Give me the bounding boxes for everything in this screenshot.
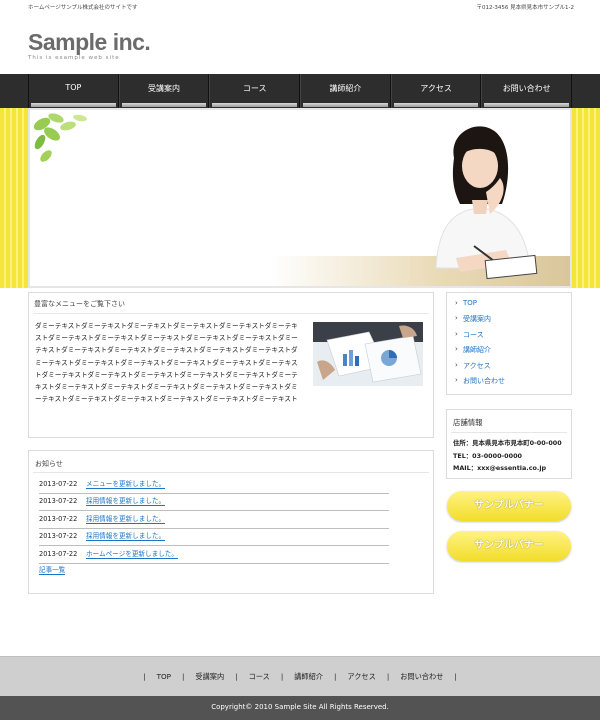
footer-link-instructors[interactable]: 講師紹介 [294, 672, 323, 681]
sample-banner-1[interactable]: サンプルバナー [447, 491, 571, 521]
shop-info-box: 店舗情報 住所：見本県見本市見本町0-00-000 TEL：03-0000-00… [446, 409, 572, 479]
nav-item-top[interactable]: TOP [28, 74, 119, 108]
site-tagline: ホームページサンプル株式会社のサイトです [28, 5, 138, 11]
chevron-right-icon: › [455, 314, 458, 322]
nav-item-label: TOP [65, 83, 82, 92]
logo-name: Sample inc. [28, 29, 151, 55]
sidebar-item-top[interactable]: › TOP [455, 298, 565, 312]
news-box: お知らせ 2013-07-22 メニューを更新しました。 2013-07-22 採用… [28, 450, 434, 594]
nav-item-underline [121, 103, 207, 107]
heading-divider [33, 313, 429, 314]
chevron-right-icon: › [455, 361, 458, 369]
news-link[interactable]: メニューを更新しました。 [86, 480, 166, 489]
news-link[interactable]: 採用情報を更新しました。 [86, 515, 166, 524]
leaves-illustration [33, 113, 87, 162]
nav-item-label: 受講案内 [148, 84, 180, 93]
shop-mail: MAIL：xxx@essentia.co.jp [453, 464, 547, 472]
logo-subtitle: This is example web site [28, 55, 120, 61]
heading-divider [451, 432, 567, 433]
sidebar-item-label: TOP [463, 299, 478, 307]
news-date: 2013-07-22 [39, 497, 78, 505]
news-row: 2013-07-22 採用情報を更新しました。 [39, 494, 389, 511]
nav-item-label: お問い合わせ [502, 84, 551, 93]
footer-separator: | [235, 672, 238, 681]
sidebar-item-label: 受講案内 [463, 315, 491, 323]
news-date: 2013-07-22 [39, 515, 78, 523]
sidebar-nav: › TOP › 受講案内 › コース › 講師紹介 › アクセス › お問い合わせ [446, 292, 572, 395]
footer-separator: | [280, 672, 284, 681]
footer-separator: | [334, 672, 337, 681]
nav-item-underline [393, 103, 479, 107]
sample-banner-2[interactable]: サンプルバナー [447, 531, 571, 561]
footer-nav: | TOP | 受講案内 | コース | 講師紹介 | アクセス | お問い合わせ | [0, 656, 600, 696]
sidebar-item-instructors[interactable]: › 講師紹介 [455, 344, 565, 358]
document-photo [313, 322, 423, 386]
chevron-right-icon: › [455, 299, 458, 307]
decorative-stripes-left [0, 108, 28, 288]
footer-link-access[interactable]: アクセス [347, 672, 375, 681]
news-link[interactable]: ホームページを更新しました。 [86, 550, 178, 559]
nav-item-underline [484, 103, 570, 107]
nav-item-label: アクセス [420, 84, 452, 93]
main-body-text: ダミーテキストダミーテキストダミーテキストダミーテキストダミーテキストダミーテキ… [35, 322, 298, 404]
sidebar-item-course[interactable]: › コース [455, 329, 565, 343]
news-row: 2013-07-22 採用情報を更新しました。 [39, 512, 389, 529]
site-logo[interactable]: Sample inc. This is example web site [28, 29, 151, 61]
copyright: Copyright© 2010 Sample Site All Rights R… [0, 696, 600, 720]
news-link[interactable]: 採用情報を更新しました。 [86, 497, 166, 506]
nav-item-course[interactable]: コース [209, 74, 301, 108]
sidebar-item-label: お問い合わせ [463, 377, 505, 385]
nav-item-label: コース [242, 84, 267, 93]
nav-item-instructors[interactable]: 講師紹介 [300, 74, 391, 108]
header-address: 〒012-3456 見本県見本市サンプル1-2 [476, 5, 574, 11]
top-bar: ホームページサンプル株式会社のサイトです 〒012-3456 見本県見本市サンプ… [0, 0, 600, 14]
shop-address: 住所：見本県見本市見本町0-00-000 [453, 439, 562, 447]
nav-item-access[interactable]: アクセス [390, 74, 482, 108]
nav-item-course-info[interactable]: 受講案内 [118, 74, 210, 108]
footer-link-contact[interactable]: お問い合わせ [400, 672, 443, 681]
footer-link-top[interactable]: TOP [157, 672, 171, 681]
sidebar-item-label: コース [463, 331, 484, 339]
sidebar-item-label: アクセス [463, 362, 491, 370]
chevron-right-icon: › [455, 345, 458, 353]
shop-info-title: 店舗情報 [453, 418, 483, 427]
news-date: 2013-07-22 [39, 480, 78, 488]
chevron-right-icon: › [455, 376, 458, 384]
nav-item-label: 講師紹介 [329, 84, 362, 93]
nav-item-underline [303, 103, 388, 107]
footer-link-course[interactable]: コース [249, 672, 270, 681]
footer-separator: | [454, 672, 457, 681]
footer-separator: | [386, 672, 390, 681]
nav-item-underline [31, 103, 116, 107]
hero-image [28, 108, 572, 288]
shop-tel: TEL：03-0000-0000 [453, 452, 522, 460]
news-heading: お知らせ [35, 460, 63, 468]
sidebar-item-course-info[interactable]: › 受講案内 [455, 313, 565, 327]
decorative-stripes-right [572, 108, 600, 288]
news-date: 2013-07-22 [39, 550, 78, 558]
main-heading: 豊富なメニューをご覧下さい [34, 300, 125, 308]
news-archive-link[interactable]: 記事一覧 [39, 566, 66, 575]
news-date: 2013-07-22 [39, 532, 78, 540]
news-link[interactable]: 採用情報を更新しました。 [86, 532, 166, 541]
news-row: 2013-07-22 メニューを更新しました。 [39, 477, 389, 494]
chevron-right-icon: › [455, 330, 458, 338]
global-nav: TOP 受講案内 コース 講師紹介 アクセス お問い合わせ [0, 74, 600, 108]
nav-item-contact[interactable]: お問い合わせ [481, 74, 573, 108]
footer-link-course-info[interactable]: 受講案内 [195, 672, 224, 681]
sidebar-item-contact[interactable]: › お問い合わせ [455, 375, 565, 389]
nav-item-underline [212, 103, 298, 107]
heading-divider [33, 472, 429, 473]
footer-separator: | [182, 672, 185, 681]
main-content-box: 豊富なメニューをご覧下さい ダミーテキストダミーテキストダミーテキストダミーテキ… [28, 292, 434, 438]
sidebar-item-access[interactable]: › アクセス [455, 360, 565, 374]
woman-illustration [435, 126, 538, 280]
news-row: 2013-07-22 採用情報を更新しました。 [39, 529, 389, 546]
news-row: 2013-07-22 ホームページを更新しました。 [39, 547, 389, 564]
footer-separator: | [143, 672, 146, 681]
sidebar-item-label: 講師紹介 [463, 346, 491, 354]
